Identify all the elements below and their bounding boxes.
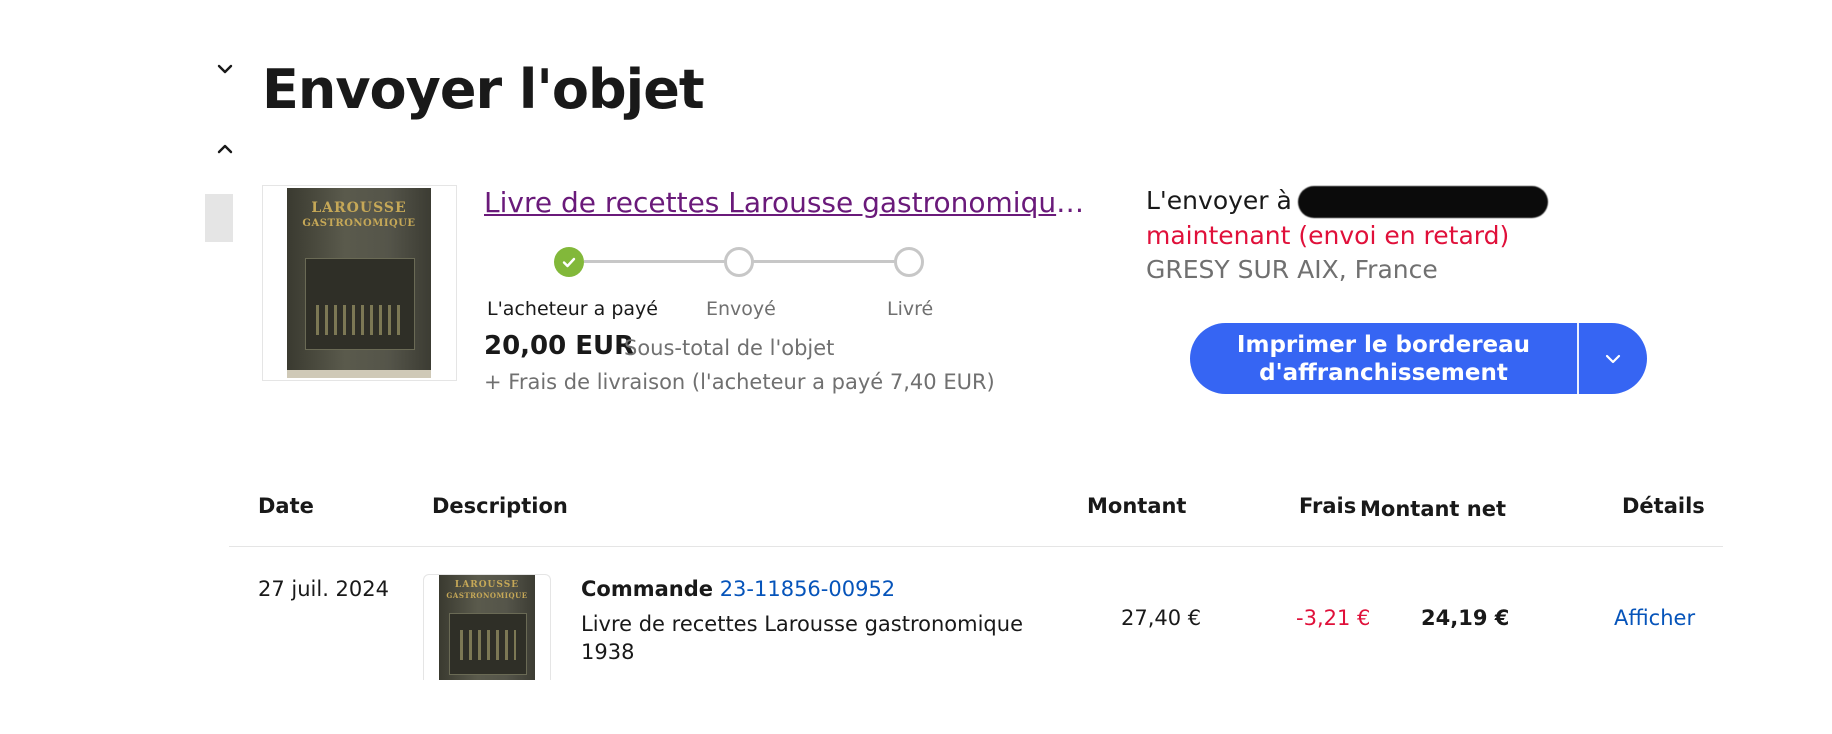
tracker-step-paid-done-icon [554, 247, 584, 277]
item-title-link[interactable]: Livre de recettes Larousse gastronomique… [484, 186, 1094, 219]
redacted-buyer-name [1297, 186, 1548, 218]
send-to-line: L'envoyer à [1146, 186, 1548, 218]
tracker-step-delivered-icon [894, 247, 924, 277]
row-description-line2: 1938 [581, 640, 635, 664]
tracker-line [752, 260, 902, 263]
button-divider [1577, 323, 1579, 394]
order-label: Commande [581, 577, 713, 601]
ship-deadline: maintenant (envoi en retard) [1146, 221, 1510, 250]
tracker-step-label-delivered: Livré [887, 298, 934, 320]
header-date: Date [258, 494, 314, 518]
expand-chevron-up-icon[interactable] [214, 138, 236, 160]
row-details-link[interactable]: Afficher [1614, 606, 1695, 630]
tracker-step-shipped-icon [724, 247, 754, 277]
book-cover-image: LAROUSSE GASTRONOMIQUE [287, 188, 431, 378]
side-tab [205, 194, 233, 242]
row-date: 27 juil. 2024 [258, 577, 390, 601]
header-description: Description [432, 494, 568, 518]
print-options-dropdown[interactable] [1579, 323, 1647, 394]
item-thumbnail[interactable]: LAROUSSE GASTRONOMIQUE [262, 185, 457, 381]
collapse-chevron-down-icon[interactable] [214, 58, 236, 80]
header-fees: Frais [1299, 494, 1357, 518]
order-number-link[interactable]: 23-11856-00952 [720, 577, 896, 601]
item-price-label: Sous-total de l'objet [624, 336, 835, 360]
table-divider [229, 546, 1723, 547]
row-order: Commande 23-11856-00952 [581, 577, 895, 601]
row-net-amount: 24,19 € [1421, 606, 1510, 630]
tracker-step-label-shipped: Envoyé [706, 298, 776, 320]
row-fees: -3,21 € [1296, 606, 1371, 630]
book-cover-image: LAROUSSE GASTRONOMIQUE [439, 575, 535, 680]
chevron-down-icon [1605, 354, 1621, 363]
item-price: 20,00 EUR [484, 331, 635, 361]
ship-location: GRESY SUR AIX, France [1146, 255, 1438, 284]
header-net-amount: Montant net [1360, 497, 1507, 521]
page-title: Envoyer l'objet [262, 58, 705, 121]
print-label-button[interactable]: Imprimer le bordereau d'affranchissement [1190, 323, 1577, 394]
print-label-button-group: Imprimer le bordereau d'affranchissement [1190, 323, 1647, 394]
header-details: Détails [1622, 494, 1705, 518]
row-amount: 27,40 € [1121, 606, 1202, 630]
tracker-step-label-paid: L'acheteur a payé [487, 298, 658, 320]
row-item-thumbnail[interactable]: LAROUSSE GASTRONOMIQUE [423, 574, 551, 680]
row-description-line1: Livre de recettes Larousse gastronomique [581, 612, 1023, 636]
tracker-line [584, 260, 738, 263]
shipping-fee-note: + Frais de livraison (l'acheteur a payé … [484, 370, 995, 394]
send-to-label: L'envoyer à [1146, 186, 1292, 215]
header-amount: Montant [1087, 494, 1187, 518]
